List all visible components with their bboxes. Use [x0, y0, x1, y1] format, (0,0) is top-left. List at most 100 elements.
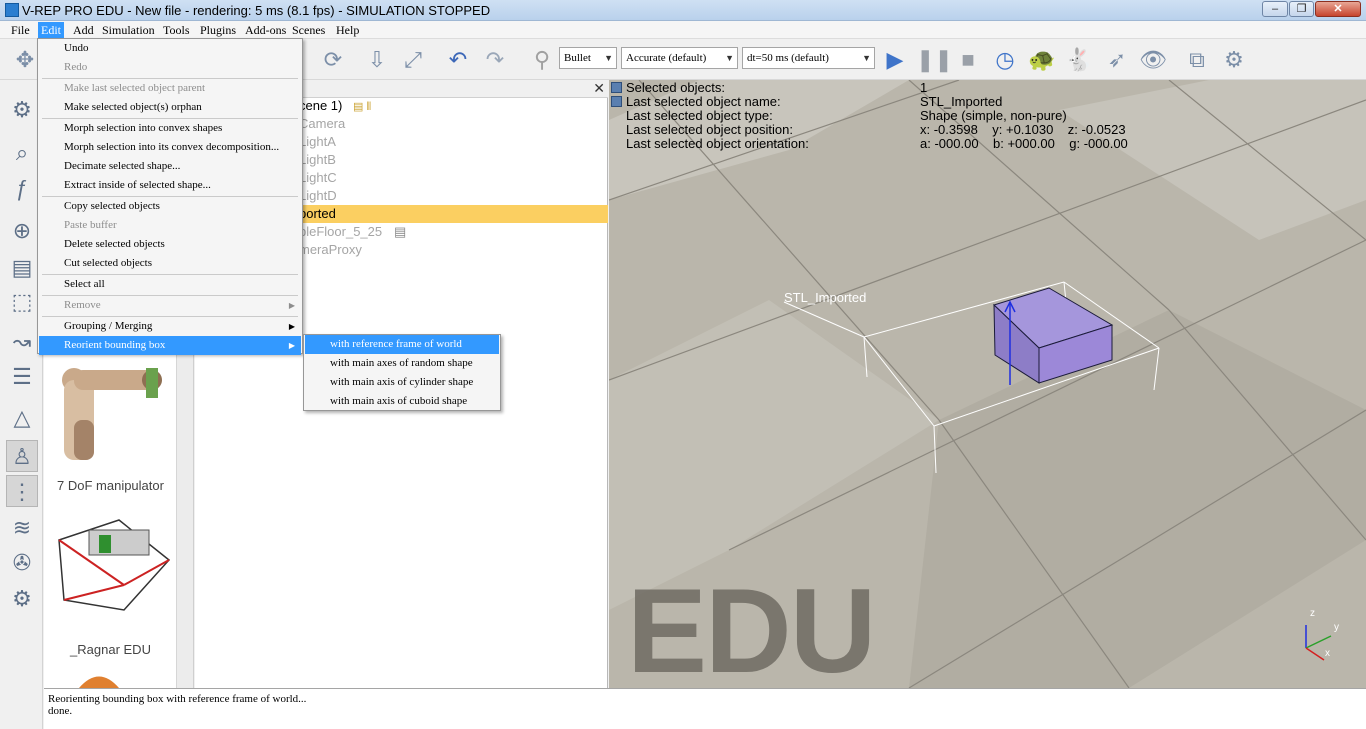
menu-item-grouping-label: Grouping / Merging: [64, 320, 153, 332]
scene-root[interactable]: cene 1): [299, 97, 342, 115]
play-icon[interactable]: ▶: [880, 45, 910, 75]
video-recorder-icon[interactable]: ✇: [6, 547, 38, 579]
menu-help[interactable]: Help: [336, 23, 359, 38]
close-button[interactable]: ✕: [1315, 1, 1361, 17]
selection-icon[interactable]: ☰: [6, 361, 38, 393]
info-value-type: Shape (simple, non-pure): [920, 108, 1067, 123]
path-edit-icon[interactable]: ↝: [6, 326, 38, 358]
maximize-button[interactable]: ❐: [1289, 1, 1314, 17]
model-browser-icon[interactable]: ♙: [6, 440, 38, 472]
info-label-selected: Selected objects:: [626, 80, 726, 95]
collections-icon[interactable]: ⊕: [6, 215, 38, 247]
stop-icon[interactable]: ■: [953, 45, 983, 75]
axis-label-x: x: [1325, 648, 1330, 659]
menu-item-remove[interactable]: Remove ▶: [39, 296, 301, 315]
physics-engine-value: Bullet: [564, 52, 591, 64]
menu-item-copy[interactable]: Copy selected objects: [39, 197, 301, 216]
info-value-selected: 1: [920, 80, 928, 95]
calculation-modules-icon[interactable]: ƒ: [6, 173, 38, 205]
console-line: Reorienting bounding box with reference …: [48, 693, 307, 705]
menu-item-make-parent[interactable]: Make last selected object parent: [39, 79, 301, 98]
ragnar-thumbnail[interactable]: [58, 519, 171, 611]
axis-label-z: z: [1310, 608, 1315, 619]
user-settings-icon[interactable]: ⚙: [6, 583, 38, 615]
shapes-icon[interactable]: △: [6, 402, 38, 434]
menu-item-paste[interactable]: Paste buffer: [39, 216, 301, 235]
object-label: STL_Imported: [784, 290, 867, 305]
scene-hierarchy-icon[interactable]: ⋮: [6, 475, 38, 507]
tree-item-camera-proxy[interactable]: meraProxy: [299, 241, 362, 259]
minimize-button[interactable]: –: [1262, 1, 1288, 17]
threaded-rendering-icon[interactable]: ➶: [1102, 45, 1132, 75]
speed-up-icon[interactable]: 🐇: [1064, 45, 1094, 75]
tree-item-light-a[interactable]: LightA: [299, 133, 336, 151]
realtime-clock-icon[interactable]: ◷: [990, 45, 1020, 75]
shape-edit-icon[interactable]: ⬚: [6, 286, 38, 318]
menu-simulation[interactable]: Simulation: [102, 23, 155, 38]
menu-plugins[interactable]: Plugins: [200, 23, 236, 38]
menu-item-grouping[interactable]: Grouping / Merging ▶: [39, 317, 301, 336]
menu-item-remove-label: Remove: [64, 299, 101, 311]
scene-switch-icon[interactable]: ⧉: [1182, 45, 1212, 75]
slow-down-icon[interactable]: 🐢: [1027, 45, 1057, 75]
timestep-select[interactable]: dt=50 ms (default) ▼: [742, 47, 875, 69]
tree-item-light-b[interactable]: LightB: [299, 151, 336, 169]
scripts-icon[interactable]: ▤: [6, 252, 38, 284]
info-label-name: Last selected object name:: [626, 94, 781, 109]
page-selector-icon[interactable]: ⚙: [1219, 45, 1249, 75]
next-model-thumbnail[interactable]: [79, 676, 119, 689]
assemble-icon[interactable]: ⇩: [362, 45, 392, 75]
menu-item-redo[interactable]: Redo: [39, 58, 301, 77]
rotate-object-icon[interactable]: ⟳: [318, 45, 348, 75]
menu-item-cut[interactable]: Cut selected objects: [39, 254, 301, 273]
menu-item-extract-inside[interactable]: Extract inside of selected shape...: [39, 176, 301, 195]
chevron-down-icon: ▼: [725, 53, 734, 63]
manipulator-thumbnail[interactable]: [62, 368, 162, 460]
menu-item-select-all[interactable]: Select all: [39, 275, 301, 294]
menu-add[interactable]: Add: [73, 23, 94, 38]
menu-item-make-orphan[interactable]: Make selected object(s) orphan: [39, 98, 301, 117]
submenu-item-cuboid-shape[interactable]: with main axis of cuboid shape: [305, 392, 499, 411]
chevron-down-icon: ▼: [862, 53, 871, 63]
submenu-arrow-icon: ▶: [288, 341, 295, 350]
tree-item-floor[interactable]: bleFloor_5_25: [299, 223, 382, 241]
status-console[interactable]: Reorienting bounding box with reference …: [44, 688, 1366, 729]
tree-item-light-c[interactable]: LightC: [299, 169, 337, 187]
submenu-item-world-frame[interactable]: with reference frame of world: [305, 335, 499, 354]
redo-icon[interactable]: ↷: [480, 45, 510, 75]
visualization-icon[interactable]: 👁: [1138, 45, 1168, 75]
physics-engine-select[interactable]: Bullet ▼: [559, 47, 617, 69]
menu-item-reorient-bounding-box[interactable]: Reorient bounding box ▶: [39, 336, 301, 355]
menu-edit[interactable]: Edit: [38, 22, 64, 38]
menu-tools[interactable]: Tools: [163, 23, 190, 38]
menu-item-reorient-label: Reorient bounding box: [64, 339, 166, 351]
info-collapse-icon[interactable]: [611, 82, 622, 93]
pause-icon[interactable]: ❚❚: [916, 45, 953, 75]
pan-icon[interactable]: ✥: [10, 45, 40, 75]
menu-item-morph-convex-decomposition[interactable]: Morph selection into its convex decompos…: [39, 138, 301, 157]
layers-icon[interactable]: ≋: [6, 512, 38, 544]
submenu-item-cylinder-shape[interactable]: with main axis of cylinder shape: [305, 373, 499, 392]
zoom-icon[interactable]: ⌕: [6, 137, 38, 169]
submenu-item-random-shape[interactable]: with main axes of random shape: [305, 354, 499, 373]
scene-viewport[interactable]: Selected objects: Last selected object n…: [609, 80, 1366, 688]
close-icon[interactable]: ✕: [593, 80, 605, 97]
menu-item-decimate[interactable]: Decimate selected shape...: [39, 157, 301, 176]
undo-icon[interactable]: ↶: [443, 45, 473, 75]
tree-item-camera[interactable]: Camera: [299, 115, 345, 133]
scene-script-icon[interactable]: ▤ ⫴: [353, 98, 371, 116]
console-line: done.: [48, 705, 73, 717]
floor-script-icon[interactable]: ▤: [394, 223, 406, 241]
object-properties-icon[interactable]: ⚙: [6, 94, 38, 126]
menu-addons[interactable]: Add-ons: [245, 23, 286, 38]
menu-scenes[interactable]: Scenes: [292, 23, 325, 38]
menu-file[interactable]: File: [11, 23, 30, 38]
pin-icon[interactable]: ⚲: [527, 45, 557, 75]
transfer-dna-icon[interactable]: ⤢: [398, 45, 428, 75]
accuracy-select[interactable]: Accurate (default) ▼: [621, 47, 738, 69]
menu-item-morph-convex[interactable]: Morph selection into convex shapes: [39, 119, 301, 138]
info-expand-icon[interactable]: [611, 96, 622, 107]
tree-item-light-d[interactable]: LightD: [299, 187, 337, 205]
menu-item-undo[interactable]: Undo: [39, 39, 301, 58]
menu-item-delete[interactable]: Delete selected objects: [39, 235, 301, 254]
